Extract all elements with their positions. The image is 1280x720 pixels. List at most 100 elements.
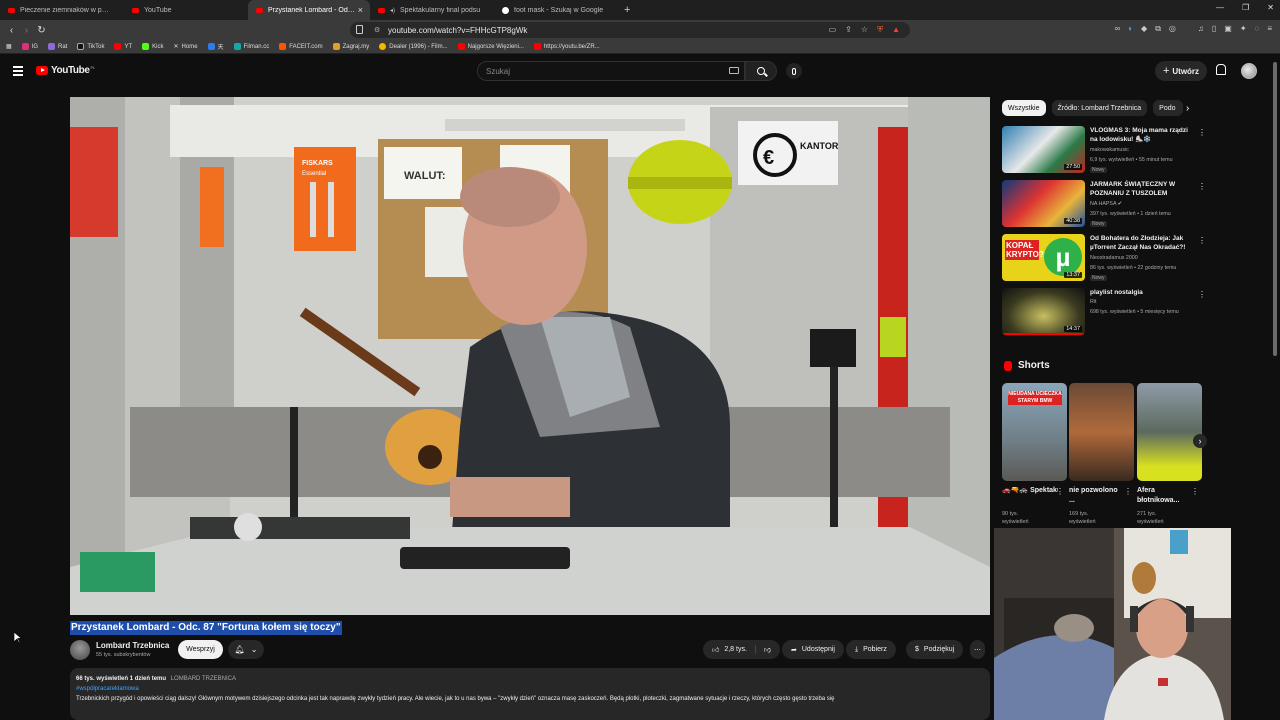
- dislike-button[interactable]: 👎︎: [761, 645, 780, 654]
- bookmark-youtu-be[interactable]: https://youtu.be/ZR...: [533, 43, 600, 50]
- more-actions-button[interactable]: ⋯: [970, 640, 985, 659]
- voice-search-button[interactable]: [786, 63, 802, 79]
- recommendation-item[interactable]: KOPAŁ KRYPTO? µ 13:37 Od Bohatera do Zło…: [1002, 234, 1206, 284]
- browser-tab-active[interactable]: Przystanek Lombard - Odc. 8 ×: [248, 0, 370, 20]
- bookmark-zagraj[interactable]: Zagraj.my: [332, 43, 369, 50]
- shorts-next-button[interactable]: ›: [1193, 434, 1207, 448]
- brave-shield-icon[interactable]: ⛨: [877, 25, 883, 35]
- more-vert-icon[interactable]: ⋮: [1198, 182, 1206, 191]
- hashtag-link[interactable]: #współpracareklamowa: [76, 684, 984, 694]
- close-tab-icon[interactable]: ×: [358, 5, 363, 15]
- extension-icon[interactable]: ◆: [1141, 24, 1147, 34]
- bookmark-yt[interactable]: YT: [114, 43, 132, 50]
- short-thumbnail[interactable]: [1069, 383, 1134, 481]
- star-icon[interactable]: ☆: [861, 25, 868, 35]
- bookmark-icon[interactable]: [356, 25, 363, 34]
- more-vert-icon[interactable]: ⋮: [1198, 128, 1206, 137]
- more-vert-icon[interactable]: ⋮: [1191, 487, 1199, 496]
- extension-icon[interactable]: ◎: [1169, 24, 1176, 34]
- share-button[interactable]: ➦ Udostępnij: [782, 640, 844, 659]
- chevron-right-icon[interactable]: ›: [1186, 103, 1189, 114]
- channel-avatar[interactable]: [70, 640, 90, 660]
- minimize-icon[interactable]: —: [1216, 3, 1224, 12]
- menu-icon[interactable]: ≡: [1267, 24, 1272, 34]
- recommendation-channel[interactable]: NA HAPSA ✔: [1090, 201, 1122, 207]
- page-scrollbar[interactable]: [1273, 62, 1277, 356]
- thanks-button[interactable]: $ Podziękuj: [906, 640, 964, 659]
- like-button[interactable]: 👍︎ 2,8 tys.: [712, 645, 756, 654]
- vpn-icon[interactable]: ◌: [1255, 24, 1260, 34]
- wallet-icon[interactable]: ▣: [1224, 24, 1232, 34]
- bookmark-kick[interactable]: Kick: [142, 43, 164, 50]
- install-icon[interactable]: ▭: [829, 25, 837, 35]
- music-icon[interactable]: ♫: [1198, 24, 1204, 34]
- description-box[interactable]: 66 tys. wyświetleń 1 dzień temu LOMBARD …: [70, 668, 990, 720]
- more-vert-icon[interactable]: ⋮: [1198, 290, 1206, 299]
- extension-icon[interactable]: ⧉: [1155, 24, 1161, 34]
- bookmark-home[interactable]: ✕ Home: [174, 43, 198, 51]
- subscription-bell-button[interactable]: 🔔︎ ⌄: [228, 640, 264, 659]
- reload-icon[interactable]: ↻: [34, 25, 49, 36]
- recommendation-title[interactable]: Od Bohatera do Złodzieja: Jak µTorrent Z…: [1090, 234, 1196, 252]
- rewards-icon[interactable]: ▲: [892, 25, 900, 35]
- video-player[interactable]: WALUT: € KANTOR FISKARS Essential: [70, 97, 990, 615]
- recommendation-channel[interactable]: makowskamusic: [1090, 147, 1129, 153]
- sidebar-icon[interactable]: ▯: [1212, 24, 1216, 34]
- chip-source[interactable]: Źródło: Lombard Trzebnica: [1051, 100, 1148, 116]
- bookmark-rat[interactable]: Rat: [48, 43, 67, 50]
- more-vert-icon[interactable]: ⋮: [1198, 236, 1206, 245]
- bookmark-faceit[interactable]: FACEIT.com: [279, 43, 323, 50]
- bookmark-dealer[interactable]: Dealer (1996) - Film...: [379, 43, 448, 50]
- short-title[interactable]: Afera błotnikowa...: [1137, 486, 1193, 506]
- channel-name[interactable]: Lombard Trzebnica: [96, 641, 169, 650]
- bookmark-wiezienia[interactable]: Najgorsze Więzieni...: [457, 43, 524, 50]
- back-icon[interactable]: ‹: [4, 25, 19, 36]
- share-icon[interactable]: ⇪: [845, 25, 852, 35]
- browser-tab[interactable]: Pieczenie ziemniaków w przewrócon: [0, 0, 124, 20]
- more-vert-icon[interactable]: ⋮: [1124, 487, 1132, 496]
- browser-tab[interactable]: foot mask - Szukaj w Google: [494, 0, 618, 20]
- forward-icon[interactable]: ›: [19, 25, 34, 36]
- address-bar[interactable]: ⚙ youtube.com/watch?v=FHHcGTP8gWk ▭ ⇪ ☆ …: [350, 22, 910, 38]
- puzzle-icon[interactable]: ✦: [1240, 24, 1247, 34]
- short-title[interactable]: nie pozwolono ...: [1069, 486, 1125, 506]
- bookmark-unnamed[interactable]: 天: [207, 42, 224, 51]
- keyboard-icon[interactable]: [729, 67, 739, 74]
- hamburger-menu-icon[interactable]: [13, 66, 23, 78]
- download-button[interactable]: ⤓ Pobierz: [846, 640, 896, 659]
- apps-grid-icon[interactable]: ▦: [6, 43, 12, 50]
- recommendation-item[interactable]: 14:37 playlist nostalgia Rit 698 tys. wy…: [1002, 288, 1206, 338]
- browser-tab[interactable]: YouTube: [124, 0, 248, 20]
- youtube-logo[interactable]: YouTube PL: [36, 65, 95, 76]
- recommendation-item[interactable]: 40:38 JARMARK ŚWIĄTECZNY W POZNANIU Z TU…: [1002, 180, 1206, 230]
- new-tab-button[interactable]: +: [624, 4, 630, 16]
- recommendation-channel[interactable]: Rit: [1090, 299, 1096, 305]
- notifications-bell-icon[interactable]: [1215, 64, 1226, 75]
- bookmark-filman[interactable]: Filman.cc: [233, 43, 269, 50]
- more-vert-icon[interactable]: ⋮: [1056, 487, 1064, 496]
- recommendation-channel[interactable]: Neostradamus 2000: [1090, 255, 1138, 261]
- search-input[interactable]: Szukaj: [477, 61, 745, 81]
- account-avatar[interactable]: [1241, 63, 1257, 79]
- recommendation-title[interactable]: VLOGMAS 3: Moja mama rządzi na lodowisku…: [1090, 126, 1196, 144]
- browser-tab[interactable]: ◂) Spektakularny final podsu: [370, 0, 494, 20]
- short-thumbnail[interactable]: [1137, 383, 1202, 481]
- video-thumbnail[interactable]: 40:38: [1002, 180, 1085, 227]
- site-info-icon[interactable]: ⚙: [374, 26, 380, 34]
- extension-icon[interactable]: ∞: [1114, 24, 1120, 34]
- create-button[interactable]: + Utwórz: [1155, 61, 1207, 81]
- video-thumbnail[interactable]: 14:37: [1002, 288, 1085, 335]
- url-text[interactable]: youtube.com/watch?v=FHHcGTP8gWk: [388, 26, 527, 35]
- short-title[interactable]: 🚗🔫🚓 Spektakul...: [1002, 486, 1058, 494]
- chip-all[interactable]: Wszystkie: [1002, 100, 1046, 116]
- support-button[interactable]: Wesprzyj: [178, 640, 223, 659]
- close-window-icon[interactable]: ✕: [1267, 3, 1274, 12]
- channel-tag[interactable]: LOMBARD TRZEBNICA: [171, 676, 236, 682]
- bookmark-tiktok[interactable]: TikTok: [77, 43, 104, 50]
- recommendation-item[interactable]: 27:50 VLOGMAS 3: Moja mama rządzi na lod…: [1002, 126, 1206, 176]
- extension-icon[interactable]: ◐: [1128, 24, 1133, 34]
- recommendation-title[interactable]: JARMARK ŚWIĄTECZNY W POZNANIU Z TUSZOLEM: [1090, 180, 1196, 198]
- short-thumbnail[interactable]: NIEUDANA UCIECZKA STARYM BMW: [1002, 383, 1067, 481]
- recommendation-title[interactable]: playlist nostalgia: [1090, 288, 1196, 297]
- search-button[interactable]: [745, 61, 777, 81]
